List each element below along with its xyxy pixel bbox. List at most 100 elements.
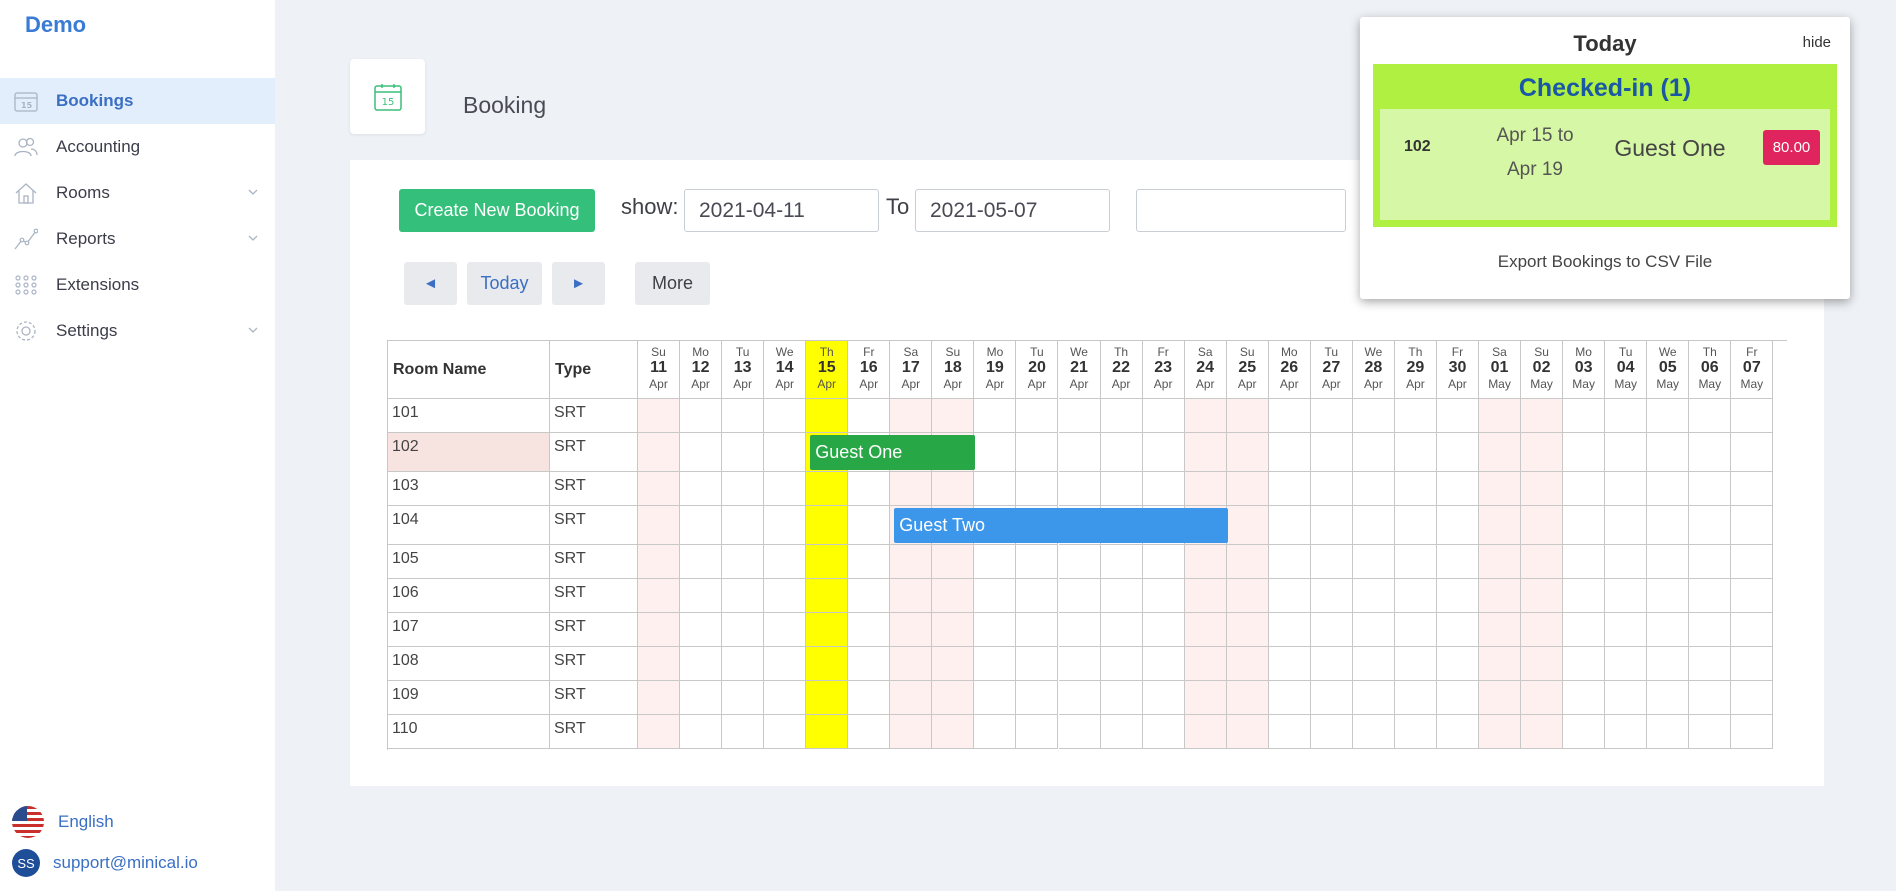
calendar-cell[interactable]	[1016, 399, 1059, 433]
calendar-cell[interactable]	[1058, 545, 1101, 579]
calendar-cell[interactable]	[1689, 506, 1732, 545]
calendar-cell[interactable]	[1184, 613, 1227, 647]
room-name-cell[interactable]: 104	[388, 506, 550, 545]
calendar-cell[interactable]	[1436, 647, 1479, 681]
calendar-cell[interactable]	[1689, 613, 1732, 647]
calendar-cell[interactable]	[764, 613, 807, 647]
calendar-cell[interactable]	[848, 579, 891, 613]
calendar-cell[interactable]	[890, 399, 933, 433]
calendar-cell[interactable]	[1268, 399, 1311, 433]
calendar-cell[interactable]	[848, 715, 891, 749]
calendar-cell[interactable]	[764, 399, 807, 433]
room-name-cell[interactable]: 101	[388, 399, 550, 433]
calendar-cell[interactable]	[1394, 545, 1437, 579]
calendar-cell[interactable]	[1226, 399, 1269, 433]
calendar-cell[interactable]	[1689, 715, 1732, 749]
calendar-cell[interactable]	[680, 613, 723, 647]
calendar-cell[interactable]	[1268, 715, 1311, 749]
calendar-cell[interactable]	[722, 472, 765, 506]
sidebar-item-reports[interactable]: Reports	[0, 216, 275, 262]
calendar-cell[interactable]	[680, 647, 723, 681]
calendar-cell[interactable]	[1647, 579, 1690, 613]
calendar-cell[interactable]	[1521, 715, 1564, 749]
calendar-cell[interactable]	[722, 399, 765, 433]
calendar-cell[interactable]	[1100, 715, 1143, 749]
calendar-cell[interactable]	[1647, 472, 1690, 506]
calendar-cell[interactable]	[1310, 681, 1353, 715]
calendar-cell[interactable]	[1142, 472, 1185, 506]
calendar-cell[interactable]	[1058, 579, 1101, 613]
calendar-cell[interactable]	[764, 647, 807, 681]
calendar-cell[interactable]	[1394, 613, 1437, 647]
calendar-cell[interactable]	[764, 433, 807, 472]
calendar-cell[interactable]	[932, 715, 975, 749]
calendar-cell[interactable]	[1479, 472, 1522, 506]
calendar-cell[interactable]	[1058, 681, 1101, 715]
calendar-cell[interactable]	[722, 681, 765, 715]
calendar-cell[interactable]	[1142, 647, 1185, 681]
room-name-cell[interactable]: 102	[388, 433, 550, 472]
calendar-cell[interactable]	[680, 433, 723, 472]
calendar-cell[interactable]	[1647, 545, 1690, 579]
calendar-cell[interactable]	[1226, 647, 1269, 681]
calendar-cell[interactable]	[1184, 579, 1227, 613]
calendar-cell[interactable]	[1479, 681, 1522, 715]
calendar-cell[interactable]	[680, 715, 723, 749]
calendar-cell[interactable]	[932, 399, 975, 433]
calendar-cell[interactable]	[1184, 647, 1227, 681]
calendar-cell[interactable]	[974, 545, 1017, 579]
calendar-cell[interactable]	[1731, 472, 1774, 506]
calendar-cell[interactable]	[638, 647, 681, 681]
calendar-cell[interactable]	[638, 715, 681, 749]
calendar-cell[interactable]	[1479, 545, 1522, 579]
calendar-cell[interactable]	[638, 613, 681, 647]
calendar-cell[interactable]	[1436, 715, 1479, 749]
calendar-cell[interactable]	[974, 715, 1017, 749]
calendar-cell[interactable]	[1479, 506, 1522, 545]
calendar-cell[interactable]	[1100, 399, 1143, 433]
calendar-cell[interactable]	[1605, 715, 1648, 749]
calendar-cell[interactable]	[1184, 472, 1227, 506]
calendar-cell[interactable]	[1100, 613, 1143, 647]
calendar-cell[interactable]	[1436, 681, 1479, 715]
calendar-cell[interactable]	[848, 613, 891, 647]
calendar-cell[interactable]	[638, 472, 681, 506]
calendar-cell[interactable]	[764, 506, 807, 545]
calendar-cell[interactable]	[1521, 433, 1564, 472]
calendar-cell[interactable]	[638, 545, 681, 579]
calendar-cell[interactable]	[1184, 681, 1227, 715]
calendar-cell[interactable]	[1436, 545, 1479, 579]
calendar-cell[interactable]	[974, 613, 1017, 647]
calendar-cell[interactable]	[890, 472, 933, 506]
calendar-cell[interactable]	[1310, 433, 1353, 472]
calendar-cell[interactable]	[764, 681, 807, 715]
calendar-cell[interactable]	[1563, 506, 1606, 545]
calendar-cell[interactable]	[1521, 613, 1564, 647]
calendar-cell[interactable]	[1352, 506, 1395, 545]
calendar-cell[interactable]	[1394, 506, 1437, 545]
calendar-cell[interactable]	[1563, 613, 1606, 647]
calendar-cell[interactable]	[1479, 613, 1522, 647]
calendar-cell[interactable]	[1226, 613, 1269, 647]
calendar-cell[interactable]	[1310, 545, 1353, 579]
calendar-cell[interactable]	[974, 433, 1017, 472]
calendar-cell[interactable]	[974, 681, 1017, 715]
sidebar-item-bookings[interactable]: 15 Bookings	[0, 78, 275, 124]
calendar-cell[interactable]	[1394, 647, 1437, 681]
calendar-cell[interactable]	[1563, 681, 1606, 715]
calendar-cell[interactable]	[1268, 647, 1311, 681]
calendar-cell[interactable]	[806, 647, 849, 681]
calendar-cell[interactable]	[1268, 472, 1311, 506]
calendar-cell[interactable]	[1142, 433, 1185, 472]
calendar-cell[interactable]	[722, 715, 765, 749]
checked-in-entry[interactable]: 102 Apr 15 to Apr 19 Guest One 80.00	[1380, 109, 1830, 220]
calendar-cell[interactable]	[1352, 399, 1395, 433]
calendar-cell[interactable]	[1521, 506, 1564, 545]
calendar-cell[interactable]	[1394, 472, 1437, 506]
calendar-cell[interactable]	[1142, 399, 1185, 433]
sidebar-item-extensions[interactable]: Extensions	[0, 262, 275, 308]
calendar-cell[interactable]	[1100, 545, 1143, 579]
calendar-cell[interactable]	[680, 399, 723, 433]
calendar-cell[interactable]	[1352, 545, 1395, 579]
calendar-cell[interactable]	[1268, 681, 1311, 715]
